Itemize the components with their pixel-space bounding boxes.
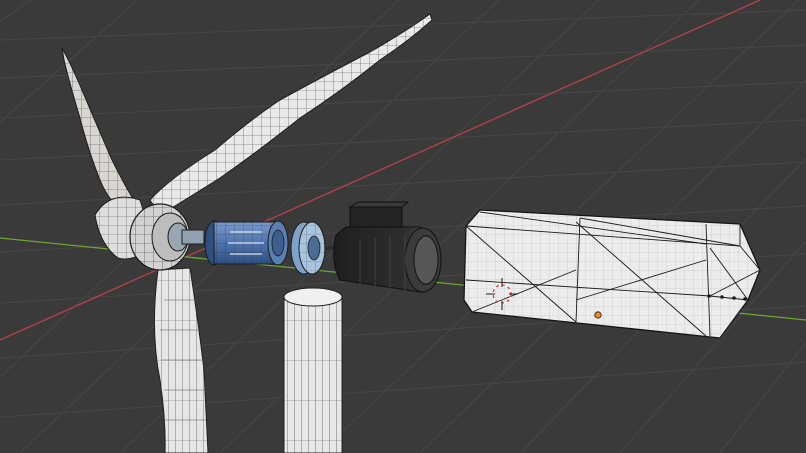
3d-viewport[interactable]	[0, 0, 806, 453]
object-origin-dot	[594, 311, 602, 319]
gear-coupling[interactable]	[204, 220, 289, 266]
tower-cylinder[interactable]	[283, 287, 343, 453]
viewport-canvas[interactable]	[0, 0, 806, 453]
